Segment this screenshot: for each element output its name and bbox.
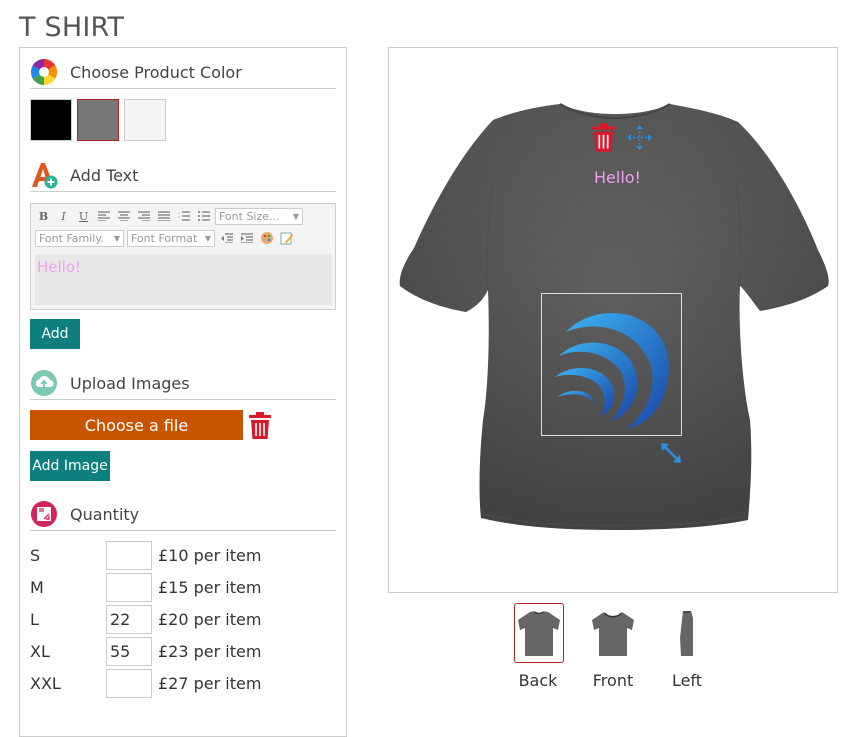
view-left-label[interactable]: Left [652,671,722,690]
add-text-icon [30,161,58,189]
quantity-input-xxl[interactable] [106,668,152,698]
size-label: M [30,577,44,597]
color-palette-icon[interactable] [258,230,275,247]
size-label: L [30,609,39,629]
color-section-header: Choose Product Color [30,56,336,89]
add-text-button[interactable]: Add [30,319,80,349]
price-label: £15 per item [158,577,262,597]
quantity-row-l: L 22 £20 per item [30,604,261,634]
ordered-list-icon[interactable]: 12 [175,208,192,225]
move-icon[interactable] [626,124,653,151]
upload-cloud-icon [30,369,58,397]
underline-button[interactable]: U [75,208,92,225]
tshirt-front-icon [592,612,634,656]
canvas-text-layer[interactable]: Hello! [594,168,641,187]
color-swatches [30,99,166,141]
unordered-list-icon[interactable] [195,208,212,225]
swatch-grey[interactable] [77,99,119,141]
chevron-down-icon: ▼ [204,233,211,243]
size-label: XL [30,641,50,661]
swatch-black[interactable] [30,99,72,141]
quantity-input-xl[interactable]: 55 [106,636,152,666]
resize-icon[interactable] [658,441,684,465]
editor-toolbar-row-2: Font Family. ▼ Font Format ▼ [35,229,295,247]
price-label: £23 per item [158,641,262,661]
align-right-icon[interactable] [135,208,152,225]
color-wheel-icon [30,58,58,86]
view-back-label[interactable]: Back [503,671,573,690]
text-editor-area[interactable]: Hello! [35,254,332,305]
size-label: S [30,545,41,565]
quantity-row-xl: XL 55 £23 per item [30,636,261,666]
quantity-row-s: S £10 per item [30,540,261,570]
chevron-down-icon: ▼ [113,233,120,243]
swoosh-logo-image [555,313,669,429]
outdent-icon[interactable] [218,230,235,247]
price-label: £20 per item [158,609,262,629]
font-size-select[interactable]: Font Size... ▼ [215,207,303,225]
font-family-select-label: Font Family. [39,231,104,245]
canvas-image-layer[interactable] [541,293,682,436]
tshirt-back-icon [518,611,560,656]
add-image-button[interactable]: Add Image [30,451,110,481]
align-justify-icon[interactable] [155,208,172,225]
view-front-label[interactable]: Front [578,671,648,690]
page-title: T SHIRT [19,12,125,43]
quantity-row-xxl: XXL £27 per item [30,668,261,698]
edit-html-icon[interactable] [278,230,295,247]
delete-text-icon[interactable] [592,123,615,152]
align-center-icon[interactable] [115,208,132,225]
upload-section-label: Upload Images [70,373,190,393]
upload-section-header: Upload Images [30,367,336,400]
align-left-icon[interactable] [95,208,112,225]
price-label: £10 per item [158,545,262,565]
quantity-input-s[interactable] [106,540,152,570]
price-label: £27 per item [158,673,262,693]
font-size-select-label: Font Size... [219,209,280,223]
view-left-thumbnail[interactable] [662,603,712,663]
quantity-input-l[interactable]: 22 [106,604,152,634]
color-section-label: Choose Product Color [70,62,242,82]
view-back-thumbnail[interactable] [514,603,564,663]
font-family-select[interactable]: Font Family. ▼ [35,229,124,247]
designer-options-panel: Choose Product Color Add Text B I U 12 F… [19,47,347,737]
view-front-thumbnail[interactable] [588,603,638,663]
trash-icon[interactable] [249,412,271,439]
quantity-input-m[interactable] [106,572,152,602]
font-format-select[interactable]: Font Format ▼ [127,229,215,247]
text-section-header: Add Text [30,159,336,192]
size-label: XXL [30,673,61,693]
font-format-select-label: Font Format [131,231,198,245]
rich-text-editor: B I U 12 Font Size... ▼ Font Family. ▼ F… [30,203,336,310]
text-section-label: Add Text [70,165,139,185]
italic-button[interactable]: I [55,208,72,225]
swatch-white[interactable] [124,99,166,141]
chevron-down-icon: ▼ [292,211,299,221]
editor-toolbar-row-1: B I U 12 Font Size... ▼ [35,207,303,225]
choose-file-button[interactable]: Choose a file [30,410,243,440]
quantity-row-m: M £15 per item [30,572,261,602]
indent-icon[interactable] [238,230,255,247]
bold-button[interactable]: B [35,208,52,225]
tshirt-left-icon [680,611,693,656]
quantity-icon [30,500,58,528]
quantity-section-header: Quantity [30,498,336,531]
quantity-section-label: Quantity [70,504,140,524]
svg-text:2: 2 [178,215,180,219]
